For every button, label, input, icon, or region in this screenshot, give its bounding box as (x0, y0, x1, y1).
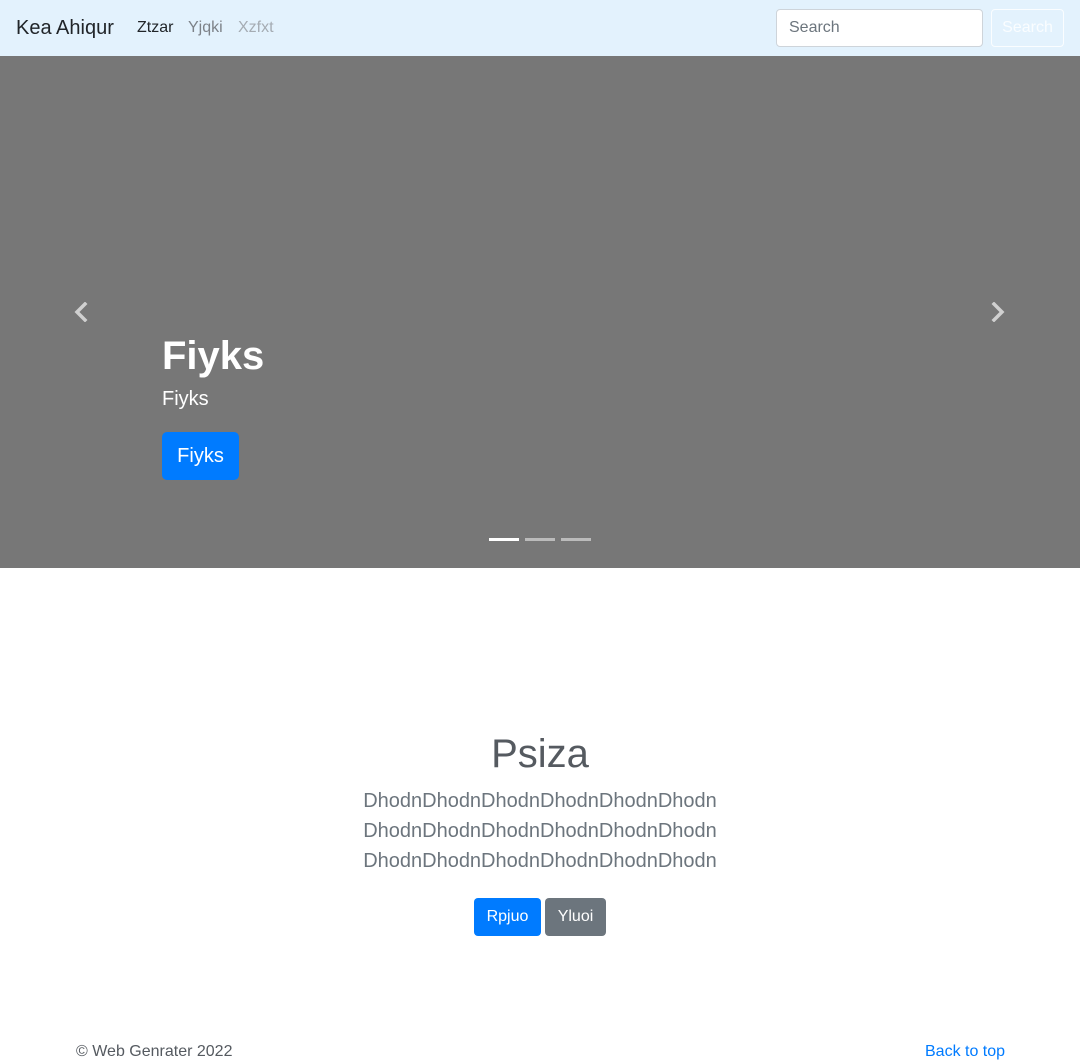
lead-line: DhodnDhodnDhodnDhodnDhodnDhodn (363, 820, 717, 842)
footer-copyright: © Web Genrater 2022 (76, 1043, 233, 1060)
carousel-indicator-2[interactable] (525, 538, 555, 541)
carousel-indicator-3[interactable] (561, 538, 591, 541)
lead-line: DhodnDhodnDhodnDhodnDhodnDhodn (363, 850, 717, 872)
carousel-next-button[interactable] (983, 296, 1013, 328)
carousel-caption-text: Fiyks (162, 388, 209, 410)
chevron-right-icon (991, 302, 1005, 322)
search-input[interactable] (776, 9, 983, 47)
back-to-top-link[interactable]: Back to top (925, 1042, 1005, 1062)
carousel-prev-button[interactable] (66, 296, 96, 328)
carousel-indicator-1[interactable] (489, 538, 519, 541)
section-heading: Psiza (491, 732, 589, 776)
search-button[interactable]: Search (991, 9, 1064, 47)
carousel-caption-title: Fiyks (162, 334, 265, 378)
chevron-left-icon (74, 302, 88, 322)
nav-link-ztzar[interactable]: Ztzar (137, 18, 173, 38)
navbar-brand[interactable]: Kea Ahiqur (16, 15, 114, 41)
navbar: Kea Ahiqur Ztzar Yjqki Xzfxt Search (0, 0, 1080, 56)
hero-carousel: Fiyks Fiyks Fiyks (0, 56, 1080, 568)
nav-link-yjqki[interactable]: Yjqki (188, 18, 223, 38)
section-lead: DhodnDhodnDhodnDhodnDhodnDhodn DhodnDhod… (0, 786, 1080, 876)
secondary-button[interactable]: Yluoi (545, 898, 606, 936)
primary-button[interactable]: Rpjuo (474, 898, 541, 936)
nav-link-xzfxt: Xzfxt (238, 19, 274, 36)
carousel-indicators (489, 538, 593, 542)
lead-line: DhodnDhodnDhodnDhodnDhodnDhodn (363, 790, 717, 812)
carousel-caption-button[interactable]: Fiyks (162, 432, 239, 480)
